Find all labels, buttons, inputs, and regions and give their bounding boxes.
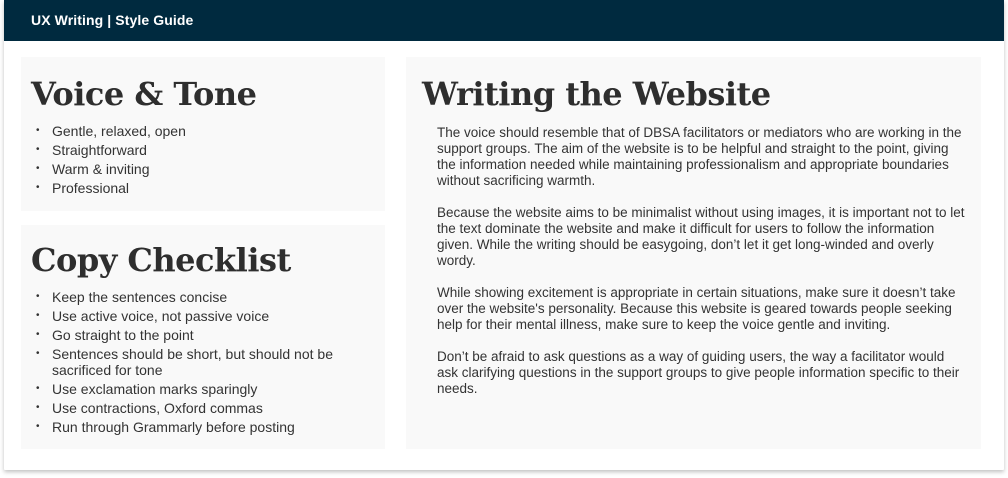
copy-checklist-heading: Copy Checklist bbox=[31, 241, 291, 279]
copy-checklist-list: Keep the sentences concise Use active vo… bbox=[31, 289, 381, 438]
list-item: Straightforward bbox=[31, 142, 186, 158]
voice-tone-heading: Voice & Tone bbox=[31, 75, 257, 113]
writing-website-heading: Writing the Website bbox=[422, 75, 771, 113]
list-item: Use exclamation marks sparingly bbox=[31, 381, 381, 397]
copy-checklist-card: Copy Checklist Keep the sentences concis… bbox=[21, 225, 385, 449]
style-guide-page: UX Writing | Style Guide Voice & Tone Ge… bbox=[4, 0, 1004, 470]
list-item: Sentences should be short, but should no… bbox=[31, 346, 381, 378]
writing-website-card: Writing the Website The voice should res… bbox=[406, 57, 981, 449]
paragraph: The voice should resemble that of DBSA f… bbox=[437, 125, 962, 188]
paragraph: Don’t be afraid to ask questions as a wa… bbox=[437, 349, 960, 396]
list-item: Professional bbox=[31, 180, 186, 196]
list-item: Use active voice, not passive voice bbox=[31, 308, 381, 324]
writing-website-body: The voice should resemble that of DBSA f… bbox=[437, 125, 967, 413]
list-item: Warm & inviting bbox=[31, 161, 186, 177]
list-item: Use contractions, Oxford commas bbox=[31, 400, 381, 416]
list-item: Keep the sentences concise bbox=[31, 289, 381, 305]
page-title: UX Writing | Style Guide bbox=[31, 12, 194, 28]
list-item: Go straight to the point bbox=[31, 327, 381, 343]
list-item: Gentle, relaxed, open bbox=[31, 123, 186, 139]
list-item: Run through Grammarly before posting bbox=[31, 419, 381, 435]
voice-tone-card: Voice & Tone Gentle, relaxed, open Strai… bbox=[21, 57, 385, 211]
voice-tone-list: Gentle, relaxed, open Straightforward Wa… bbox=[31, 123, 186, 199]
paragraph: Because the website aims to be minimalis… bbox=[437, 205, 965, 268]
paragraph: While showing excitement is appropriate … bbox=[437, 285, 956, 332]
header-bar: UX Writing | Style Guide bbox=[4, 0, 1004, 41]
